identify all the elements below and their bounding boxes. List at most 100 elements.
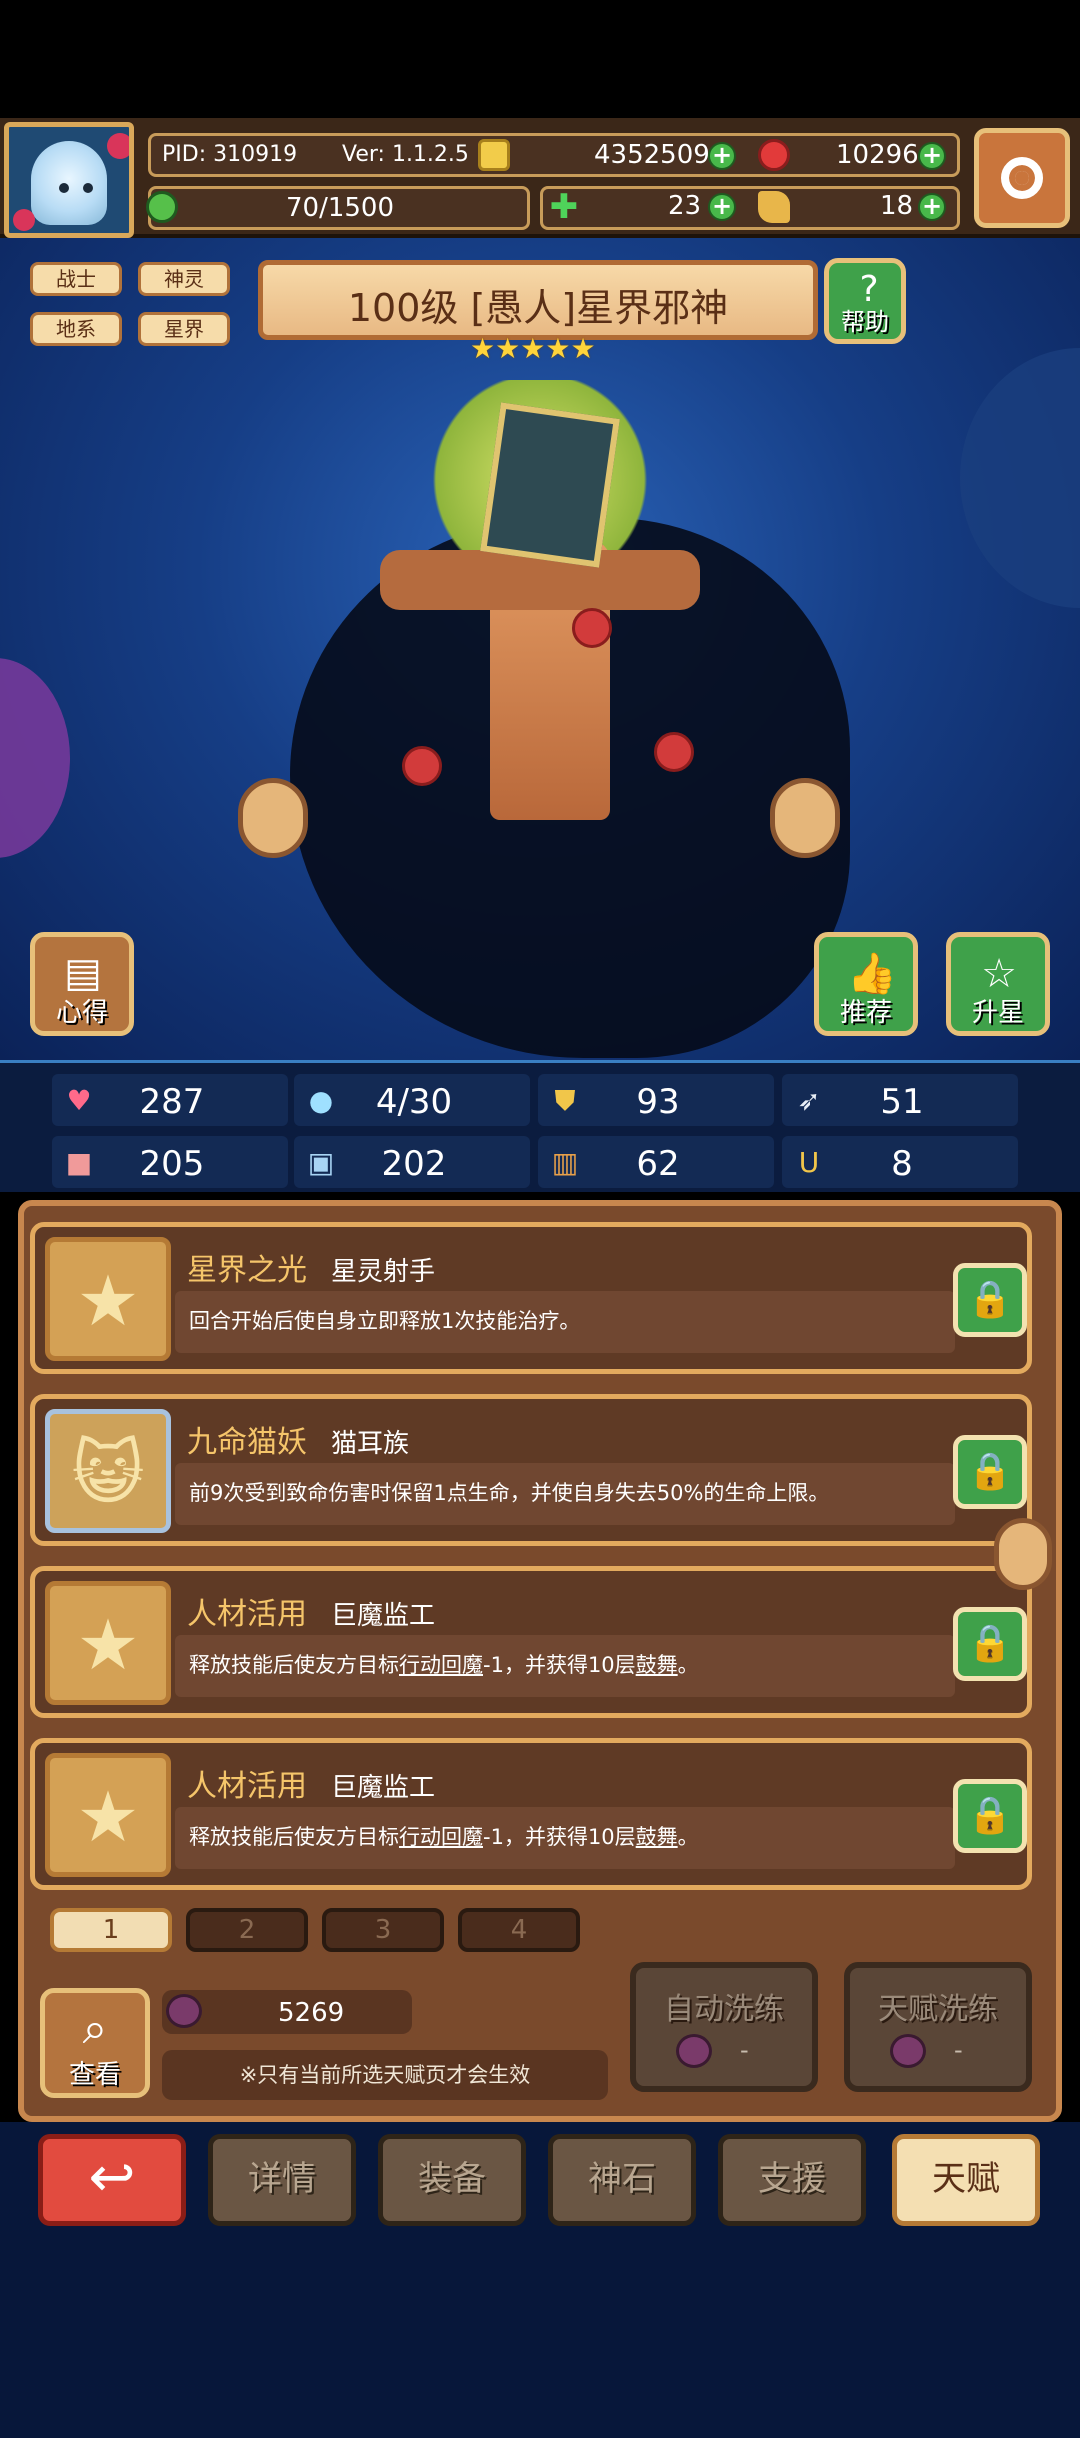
talent-icon: 😺 <box>45 1409 171 1533</box>
talent-slot-1[interactable]: ★ 星界之光 星灵射手 回合开始后使自身立即释放1次技能治疗。 🔒 <box>30 1222 1032 1374</box>
nav-godstone[interactable]: 神石 <box>548 2134 696 2226</box>
settings-button[interactable] <box>974 128 1070 228</box>
add-item-button[interactable]: + <box>918 193 946 221</box>
clover-icon: ✚ <box>549 187 579 227</box>
lock-button[interactable]: 🔒 <box>953 1607 1027 1681</box>
nav-equipment[interactable]: 装备 <box>378 2134 526 2226</box>
stat-mana: ● 4/30 <box>294 1074 530 1126</box>
lock-button[interactable]: 🔒 <box>953 1435 1027 1509</box>
stat-value: 287 <box>139 1082 205 1122</box>
talent-slot-2[interactable]: 😺 九命猫妖 猫耳族 前9次受到致命伤害时保留1点生命，并使自身失去50%的生命… <box>30 1394 1032 1546</box>
star-icon: ★ <box>545 332 571 365</box>
back-button[interactable]: ↩ <box>38 2134 186 2226</box>
book-icon: ▣ <box>307 1146 335 1179</box>
talent-page-tab-1[interactable]: 1 <box>50 1908 172 1952</box>
lock-button[interactable]: 🔒 <box>953 1779 1027 1853</box>
berry-icon <box>890 2034 926 2068</box>
talent-slot-3[interactable]: ★ 人材活用 巨魔监工 释放技能后使友方目标行动回魔-1，并获得10层鼓舞。 🔒 <box>30 1566 1032 1718</box>
talent-name: 九命猫妖 <box>187 1425 307 1460</box>
notes-button[interactable]: ▤ 心得 <box>30 932 134 1036</box>
lock-icon: 🔒 <box>967 1795 1013 1836</box>
player-avatar[interactable] <box>4 122 134 238</box>
star-badge-icon: ★ <box>76 1604 140 1686</box>
gear-icon <box>1001 157 1043 199</box>
ruby-icon <box>758 139 790 171</box>
talent-slot-4[interactable]: ★ 人材活用 巨魔监工 释放技能后使友方目标行动回魔-1，并获得10层鼓舞。 🔒 <box>30 1738 1032 1890</box>
talent-page-tab-4[interactable]: 4 <box>458 1908 580 1952</box>
stat-value: 205 <box>139 1144 205 1184</box>
shield-icon: ⛊ <box>554 1084 576 1117</box>
back-arrow-icon: ↩ <box>88 2145 136 2210</box>
recommend-button[interactable]: 👍 推荐 <box>814 932 918 1036</box>
heart-icon: ♥ <box>66 1084 92 1117</box>
desc-text: 释放技能后使友方目标 <box>189 1653 399 1677</box>
nav-support[interactable]: 支援 <box>718 2134 866 2226</box>
cost-dash: - <box>954 2036 963 2064</box>
lock-icon: 🔒 <box>967 1279 1013 1320</box>
auto-wash-label: 自动洗练 <box>664 1992 784 2027</box>
add-clover-button[interactable]: + <box>708 193 736 221</box>
hammer-item-icon <box>758 191 790 223</box>
talent-page-tab-3[interactable]: 3 <box>322 1908 444 1952</box>
add-ruby-button[interactable]: + <box>918 142 946 170</box>
stat-value: 93 <box>636 1082 680 1122</box>
add-gold-button[interactable]: + <box>708 142 736 170</box>
talent-description: 释放技能后使友方目标行动回魔-1，并获得10层鼓舞。 <box>175 1635 955 1697</box>
panel-scroll-handle[interactable] <box>994 1518 1052 1590</box>
stat-value: 202 <box>381 1144 447 1184</box>
avatar-eye <box>83 183 93 193</box>
desc-text: -1，并获得10层 <box>483 1825 636 1849</box>
energy-amount: 70/1500 <box>286 193 395 223</box>
tag-element: 地系 <box>30 312 122 346</box>
keyword-link[interactable]: 鼓舞 <box>636 1653 678 1677</box>
stat-value: 8 <box>891 1144 913 1184</box>
star-badge-icon: ★ <box>76 1776 140 1858</box>
talent-icon: ★ <box>45 1581 171 1705</box>
lock-button[interactable]: 🔒 <box>953 1263 1027 1337</box>
star-icon: ★ <box>495 332 521 365</box>
help-button[interactable]: ? 帮助 <box>824 258 906 344</box>
talent-wash-cost: - <box>890 2034 1000 2072</box>
stat-attack: ■ 205 <box>52 1136 288 1188</box>
next-hero-button[interactable] <box>770 778 840 858</box>
talent-name: 星界之光 <box>187 1253 307 1288</box>
nav-details[interactable]: 详情 <box>208 2134 356 2226</box>
tag-class: 战士 <box>30 262 122 296</box>
berry-icon <box>676 2034 712 2068</box>
talent-page-tab-2[interactable]: 2 <box>186 1908 308 1952</box>
stat-value: 51 <box>880 1082 924 1122</box>
talent-description: 回合开始后使自身立即释放1次技能治疗。 <box>175 1291 955 1353</box>
drop-icon: ● <box>308 1084 334 1117</box>
star-up-button[interactable]: ☆ 升星 <box>946 932 1050 1036</box>
prev-hero-button[interactable] <box>238 778 308 858</box>
flower-icon <box>13 209 35 231</box>
item-amount: 18 <box>880 191 914 221</box>
star-up-label: 升星 <box>971 998 1024 1028</box>
star-icon: ★ <box>520 332 546 365</box>
hero-title: 100级 [愚人]星界邪神 <box>347 286 729 330</box>
star-up-icon: ☆ <box>981 951 1017 997</box>
talent-page-note: ※只有当前所选天赋页才会生效 <box>162 2050 608 2100</box>
stat-resist: ▥ 62 <box>538 1136 774 1188</box>
auto-wash-button[interactable]: 自动洗练 - <box>630 1962 818 2092</box>
keyword-link[interactable]: 行动回魔 <box>399 1653 483 1677</box>
desc-text: 。 <box>677 1825 699 1849</box>
talent-name: 人材活用 <box>187 1769 307 1804</box>
keyword-link[interactable]: 行动回魔 <box>399 1825 483 1849</box>
view-button[interactable]: ⌕ 查看 <box>40 1988 150 2098</box>
flower-icon <box>107 133 129 159</box>
ruby-amount: 10296 <box>836 140 919 170</box>
tag-faction: 星界 <box>138 312 230 346</box>
star-icon: ★ <box>570 332 596 365</box>
stat-speed: ➶ 51 <box>782 1074 1018 1126</box>
scroll-icon: ▥ <box>551 1146 579 1179</box>
planet-right <box>960 348 1080 608</box>
talent-icon: ★ <box>45 1753 171 1877</box>
keyword-link[interactable]: 鼓舞 <box>636 1825 678 1849</box>
magnifier-icon: ⌕ <box>82 2003 108 2054</box>
berry-count-pill: 5269 <box>162 1990 412 2034</box>
nav-talent[interactable]: 天赋 <box>892 2134 1040 2226</box>
talent-wash-button[interactable]: 天赋洗练 - <box>844 1962 1032 2092</box>
planet-left <box>0 658 70 858</box>
thumbs-up-icon: 👍 <box>847 951 897 997</box>
